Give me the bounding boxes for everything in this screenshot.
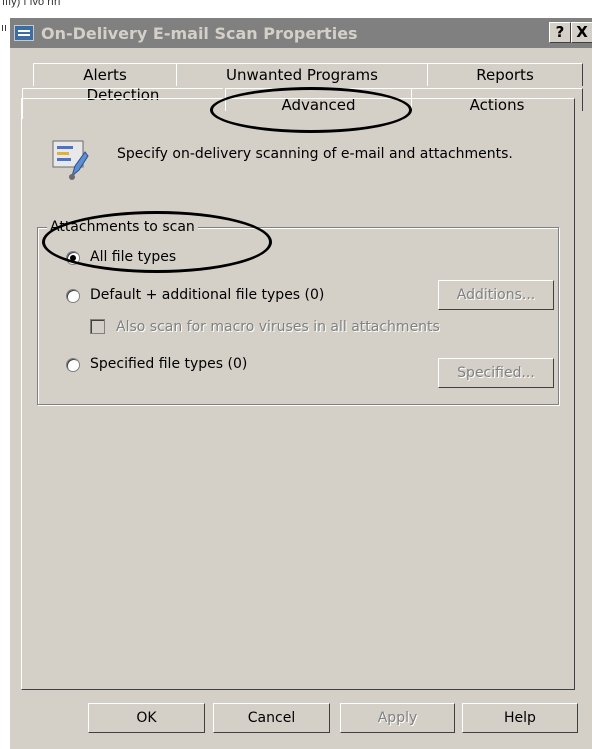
specified-types-label[interactable]: Specified file types (0) [90, 356, 247, 372]
settings-page-icon [52, 140, 89, 180]
tab-reports[interactable]: Reports [427, 63, 583, 86]
background-text-fragment: ıı [1, 22, 8, 34]
ok-button[interactable]: OK [88, 703, 205, 733]
specified-button[interactable]: Specified... [438, 358, 554, 388]
description-text: Specify on-delivery scanning of e-mail a… [117, 146, 513, 162]
help-button[interactable]: Help [462, 703, 578, 733]
close-title-button[interactable]: X [571, 22, 592, 43]
apply-button[interactable]: Apply [340, 703, 455, 733]
annotation-ellipse-attachments [42, 211, 272, 273]
title-bar[interactable]: On-Delivery E-mail Scan Properties ? X [10, 18, 592, 48]
window-icon [14, 25, 34, 41]
background-text: ıııy) ı ıvo rırı [2, 0, 61, 8]
macro-virus-label[interactable]: Also scan for macro viruses in all attac… [116, 319, 440, 335]
additions-button[interactable]: Additions... [438, 280, 554, 310]
specified-types-radio[interactable] [66, 358, 80, 372]
window-title: On-Delivery E-mail Scan Properties [41, 23, 358, 43]
tab-alerts[interactable]: Alerts [33, 63, 177, 86]
macro-virus-checkbox[interactable] [90, 319, 105, 334]
help-title-button[interactable]: ? [549, 22, 571, 43]
annotation-ellipse-advanced [210, 87, 412, 133]
tab-unwanted-programs[interactable]: Unwanted Programs [176, 63, 428, 86]
cancel-button[interactable]: Cancel [213, 703, 330, 733]
default-additional-radio[interactable] [66, 289, 80, 303]
default-additional-label[interactable]: Default + additional file types (0) [90, 287, 324, 303]
